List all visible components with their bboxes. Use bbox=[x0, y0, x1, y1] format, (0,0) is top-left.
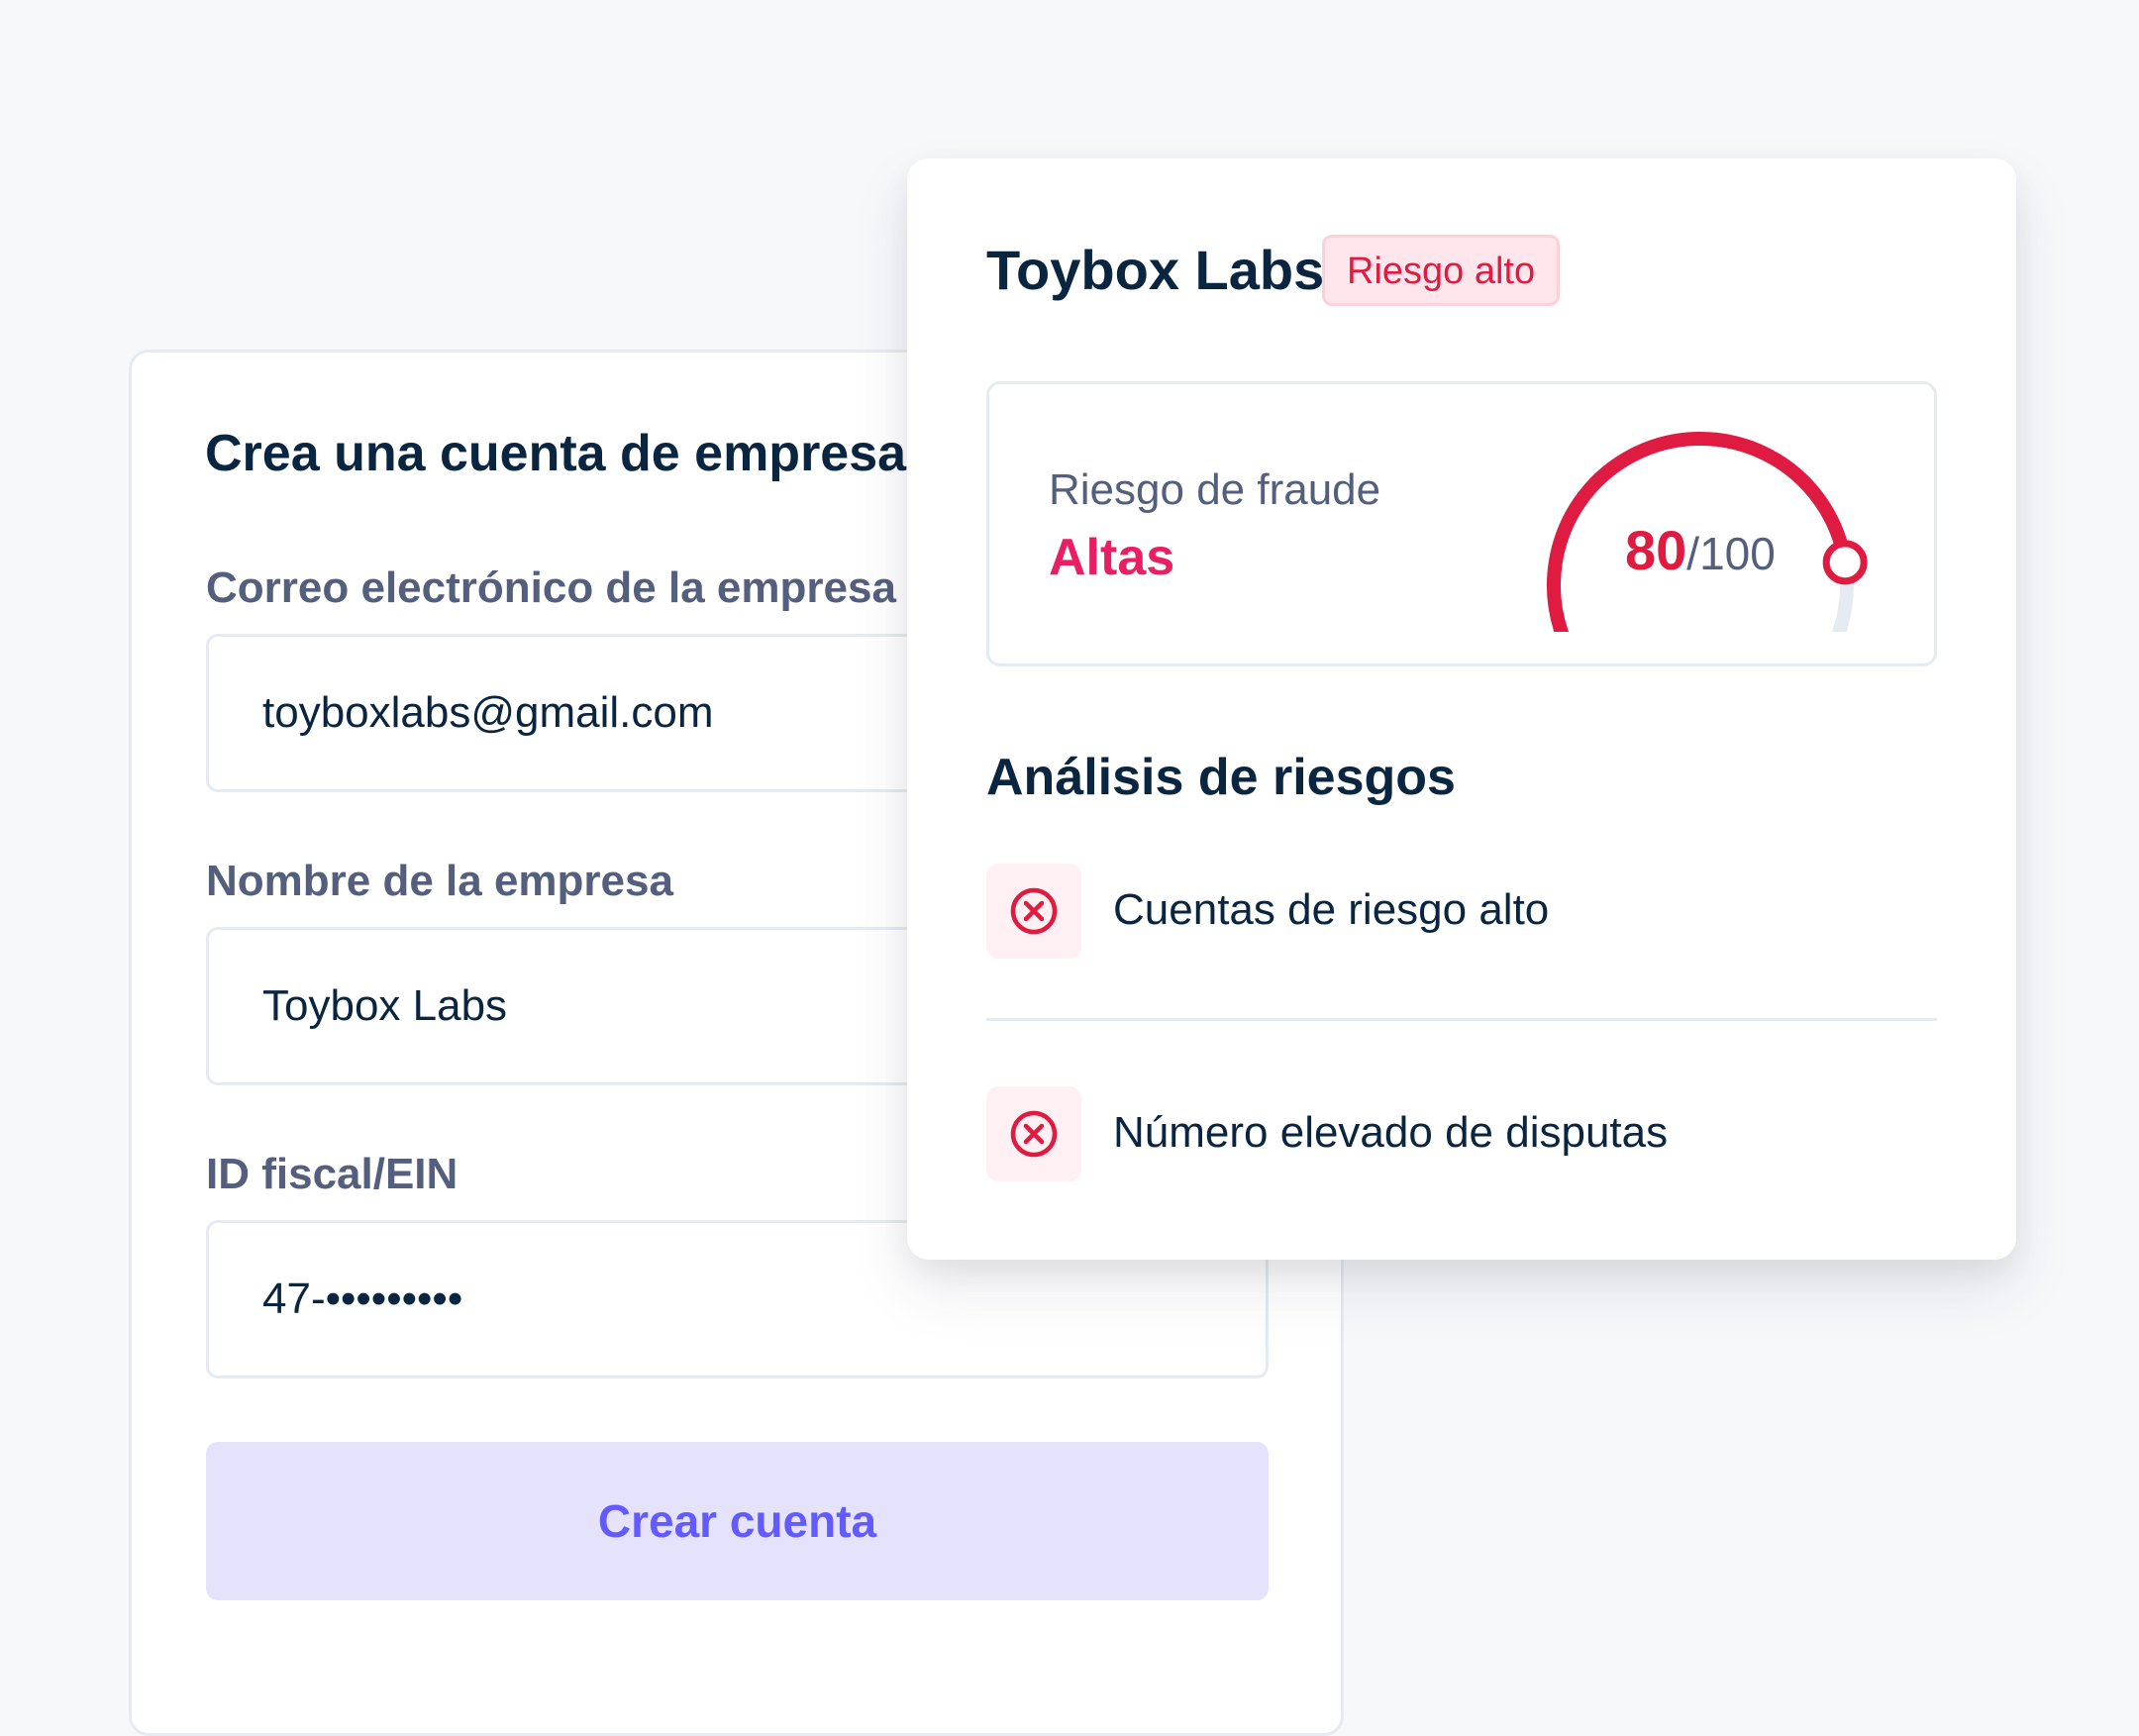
risk-status-badge: Riesgo alto bbox=[1322, 235, 1561, 306]
create-account-button[interactable]: Crear cuenta bbox=[206, 1442, 1269, 1600]
risk-item-text: Número elevado de disputas bbox=[1113, 1108, 1669, 1157]
fraud-risk-level: Altas bbox=[1049, 529, 1175, 586]
fraud-score-max: /100 bbox=[1686, 528, 1776, 579]
company-name-label: Nombre de la empresa bbox=[206, 857, 673, 905]
company-name-heading: Toybox Labs bbox=[986, 239, 1325, 301]
x-circle-icon bbox=[986, 864, 1081, 959]
email-label: Correo electrónico de la empresa bbox=[206, 563, 896, 612]
fraud-risk-label: Riesgo de fraude bbox=[1049, 465, 1381, 514]
gauge-knob bbox=[1822, 540, 1868, 585]
fraud-risk-panel: Riesgo de fraude Altas 80/100 bbox=[986, 381, 1937, 666]
tax-id-label: ID fiscal/EIN bbox=[206, 1150, 458, 1198]
fraud-score-value: 80 bbox=[1625, 519, 1687, 581]
x-circle-icon bbox=[986, 1086, 1081, 1181]
risk-item-text: Cuentas de riesgo alto bbox=[1113, 885, 1550, 934]
risk-result-card: Toybox Labs Riesgo alto Riesgo de fraude… bbox=[907, 158, 2016, 1260]
risk-analysis-title: Análisis de riesgos bbox=[986, 749, 1456, 806]
risk-divider bbox=[986, 1018, 1937, 1021]
fraud-score-readout: 80/100 bbox=[1625, 523, 1776, 578]
risk-item: Número elevado de disputas bbox=[986, 1086, 1937, 1181]
risk-item: Cuentas de riesgo alto bbox=[986, 864, 1937, 959]
form-title: Crea una cuenta de empresa bbox=[205, 425, 907, 482]
